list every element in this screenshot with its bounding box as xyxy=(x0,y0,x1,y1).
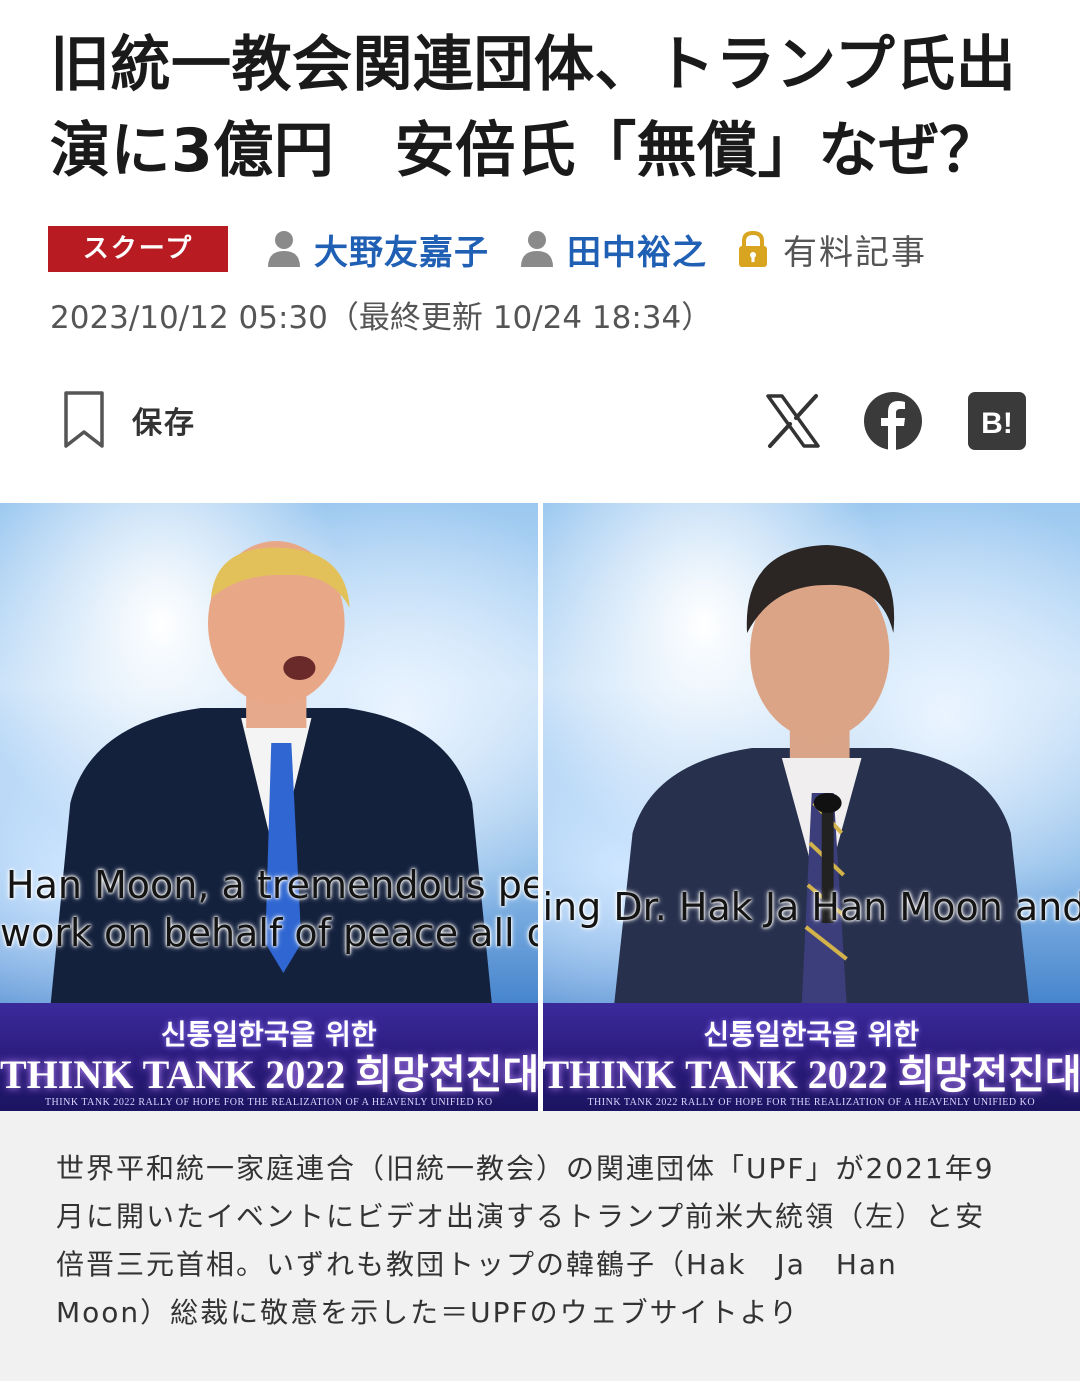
banner-korean: 신통일한국을 위한 xyxy=(703,1018,920,1051)
banner-main: THINK TANK 2022 희망전진대 xyxy=(542,1052,1080,1097)
lock-icon xyxy=(739,230,767,267)
person-icon xyxy=(521,231,553,267)
save-label: 保存 xyxy=(132,406,196,441)
video-subtitle-left-2: work on behalf of peace all ov xyxy=(0,911,538,955)
caption-line-2: 月に開いたイベントにビデオ出演するトランプ前米大統領（左）と安 xyxy=(56,1200,986,1233)
hatena-label: B! xyxy=(981,407,1013,440)
event-banner-right: 신통일한국을 위한 THINK TANK 2022 희망전진대 THINK TA… xyxy=(542,1003,1080,1111)
publish-date: 2023/10/12 05:30（最終更新 10/24 18:34） xyxy=(50,300,713,336)
author-link-1[interactable]: 大野友嘉子 xyxy=(266,225,489,274)
caption-line-3: 倍晋三元首相。いずれも教団トップの韓鶴子（Hak Ja Han xyxy=(56,1248,898,1281)
video-subtitle-right-1: ing Dr. Hak Ja Han Moon and xyxy=(542,885,1080,929)
paid-label-text: 有料記事 xyxy=(783,232,927,273)
headline-line-1: 旧統一教会関連団体、トランプ氏出 xyxy=(50,30,1017,100)
author-link-2[interactable]: 田中裕之 xyxy=(519,225,707,274)
banner-korean: 신통일한국을 위한 xyxy=(160,1018,377,1051)
article-headline: 旧統一教会関連団体、トランプ氏出 演に3億円 安倍氏「無償」なぜ？ xyxy=(50,22,1040,194)
article-photo: Han Moon, a tremendous pe work on behalf… xyxy=(0,503,1080,1111)
banner-subline: THINK TANK 2022 RALLY OF HOPE FOR THE RE… xyxy=(587,1097,1036,1108)
headline-line-2: 演に3億円 安倍氏「無償」なぜ？ xyxy=(50,116,1000,186)
bookmark-icon xyxy=(64,391,104,448)
event-banner-left: 신통일한국을 위한 THINK TANK 2022 희망전진대 THINK TA… xyxy=(0,1003,538,1111)
save-button[interactable]: 保存 xyxy=(62,390,196,450)
author-name: 大野友嘉子 xyxy=(314,232,489,273)
banner-main: THINK TANK 2022 희망전진대 xyxy=(0,1052,538,1097)
article-meta: スクープ 大野友嘉子 田中裕之 有料記事 xyxy=(48,225,927,273)
photo-caption: 世界平和統一家庭連合（旧統一教会）の関連団体「UPF」が2021年9 月に開いた… xyxy=(56,1145,1016,1337)
banner-subline: THINK TANK 2022 RALLY OF HOPE FOR THE RE… xyxy=(44,1097,493,1108)
x-share-icon[interactable] xyxy=(762,390,824,452)
caption-line-1: 世界平和統一家庭連合（旧統一教会）の関連団体「UPF」が2021年9 xyxy=(56,1152,995,1185)
photo-caption-area: 世界平和統一家庭連合（旧統一教会）の関連団体「UPF」が2021年9 月に開いた… xyxy=(0,1111,1080,1381)
hatena-bookmark-share-icon[interactable]: B! xyxy=(966,390,1028,452)
photo-right-panel: ing Dr. Hak Ja Han Moon and 신통일한국을 위한 TH… xyxy=(542,503,1080,1111)
person-icon xyxy=(268,231,300,267)
paid-article-label: 有料記事 xyxy=(735,225,927,274)
facebook-share-icon[interactable] xyxy=(862,390,924,452)
author-name: 田中裕之 xyxy=(567,232,707,273)
scoop-badge[interactable]: スクープ xyxy=(48,226,228,272)
photo-left-panel: Han Moon, a tremendous pe work on behalf… xyxy=(0,503,538,1111)
video-subtitle-left-1: Han Moon, a tremendous pe xyxy=(6,863,538,907)
caption-line-4: Moon）総裁に敬意を示した＝UPFのウェブサイトより xyxy=(56,1296,800,1329)
